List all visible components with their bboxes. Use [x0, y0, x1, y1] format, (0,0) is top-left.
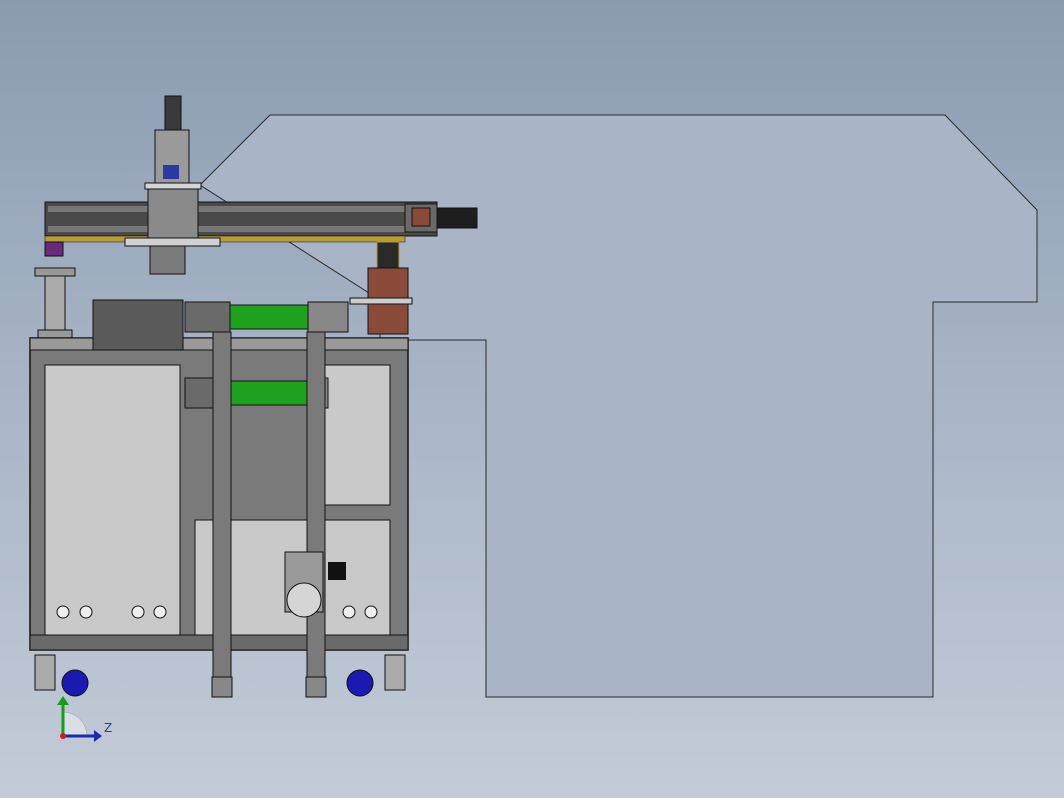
stacked-magazine [92, 299, 184, 351]
left-post [34, 267, 76, 339]
left-caster [34, 654, 89, 697]
leveling-foot-left [211, 676, 233, 698]
left-column [212, 331, 232, 678]
z-axis-label: Z [104, 721, 113, 735]
cad-viewport[interactable]: Z [0, 0, 1064, 798]
coordinate-triad-icon [57, 696, 102, 742]
leveling-foot-right [305, 676, 327, 698]
purple-block [44, 241, 64, 257]
gantry-rail [44, 201, 478, 243]
right-column [306, 331, 326, 678]
upper-cylinder [184, 301, 349, 333]
machine-drawing [29, 95, 1038, 742]
right-caster [346, 654, 406, 697]
